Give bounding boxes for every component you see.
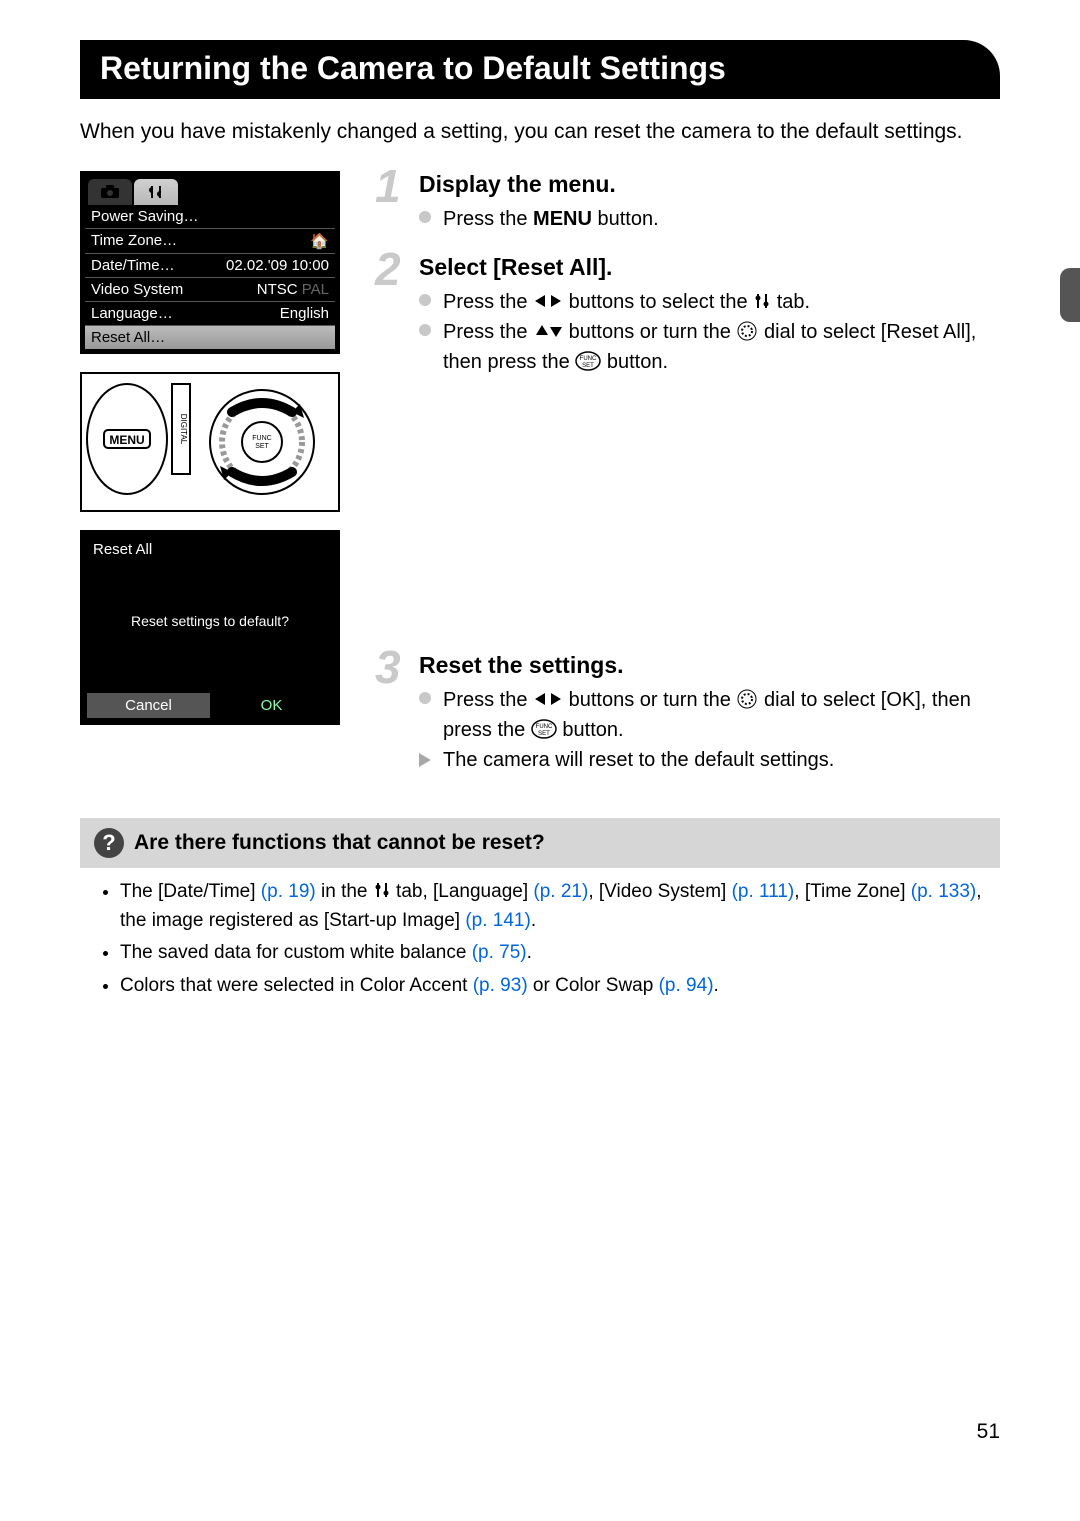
tab-camera — [88, 179, 132, 205]
qa-note: Colors that were selected in Color Accen… — [120, 972, 1000, 1001]
menu-row-selected: Reset All… — [85, 325, 335, 349]
step-instruction: Press the buttons or turn the dial to se… — [419, 317, 1000, 377]
dialog-ok: OK — [210, 693, 333, 718]
step-instruction: The camera will reset to the default set… — [419, 745, 1000, 775]
svg-text:FUNC: FUNC — [535, 724, 552, 730]
page-title: Returning the Camera to Default Settings — [80, 40, 1000, 99]
page-ref: (p. 141) — [465, 910, 530, 931]
step-instruction: Press the buttons or turn the dial to se… — [419, 685, 1000, 745]
page-ref: (p. 111) — [732, 881, 795, 902]
intro-text: When you have mistakenly changed a setti… — [80, 117, 1000, 146]
menu-row: Date/Time…02.02.'09 10:00 — [85, 253, 335, 277]
page-ref: (p. 21) — [533, 881, 588, 902]
qa-note: The [Date/Time] (p. 19) in the tab, [Lan… — [120, 878, 1000, 935]
qa-header: ? Are there functions that cannot be res… — [80, 818, 1000, 868]
svg-text:DIGITAL: DIGITAL — [179, 414, 188, 445]
svg-text:SET: SET — [538, 731, 550, 737]
tab-tools — [134, 179, 178, 205]
page-number: 51 — [80, 1420, 1000, 1444]
dialog-prompt: Reset settings to default? — [85, 613, 335, 629]
svg-text:MENU: MENU — [109, 433, 144, 447]
result-arrow-icon — [419, 753, 431, 767]
step-number: 1 — [375, 159, 401, 213]
svg-text:FUNC: FUNC — [580, 356, 597, 362]
step-instruction: Press the buttons to select the tab. — [419, 287, 1000, 317]
qa-title: Are there functions that cannot be reset… — [134, 831, 545, 855]
menu-row: Time Zone…🏠 — [85, 228, 335, 253]
reset-dialog-screenshot: Reset All Reset settings to default? Can… — [80, 530, 340, 725]
step-number: 2 — [375, 242, 401, 296]
svg-text:SET: SET — [255, 443, 269, 450]
qa-notes: The [Date/Time] (p. 19) in the tab, [Lan… — [80, 878, 1000, 1000]
bullet-icon — [419, 211, 431, 223]
camera-back-diagram: MENU DIGITAL FUNC SET — [80, 372, 340, 512]
menu-row: Video SystemNTSC PAL — [85, 277, 335, 301]
page-ref: (p. 75) — [472, 942, 527, 963]
svg-text:FUNC: FUNC — [252, 435, 271, 442]
dialog-cancel: Cancel — [87, 693, 210, 718]
menu-row: Language…English — [85, 301, 335, 325]
question-icon: ? — [94, 828, 124, 858]
step-1: 1Display the menu.Press the MENU button. — [375, 171, 1000, 234]
svg-text:SET: SET — [582, 363, 594, 369]
dialog-title: Reset All — [85, 541, 335, 558]
step-2: 2Select [Reset All].Press the buttons to… — [375, 254, 1000, 377]
page-ref: (p. 19) — [261, 881, 316, 902]
step-title: Reset the settings. — [419, 652, 1000, 679]
thumb-tab — [1060, 268, 1080, 322]
menu-screenshot: Power Saving… Time Zone…🏠 Date/Time…02.0… — [80, 171, 340, 354]
step-number: 3 — [375, 640, 401, 694]
page-ref: (p. 94) — [659, 975, 714, 996]
bullet-icon — [419, 324, 431, 336]
step-instruction: Press the MENU button. — [419, 204, 1000, 234]
page-ref: (p. 93) — [473, 975, 528, 996]
step-title: Select [Reset All]. — [419, 254, 1000, 281]
page-ref: (p. 133) — [911, 881, 976, 902]
bullet-icon — [419, 692, 431, 704]
step-3: 3Reset the settings.Press the buttons or… — [375, 652, 1000, 775]
qa-note: The saved data for custom white balance … — [120, 939, 1000, 968]
step-title: Display the menu. — [419, 171, 1000, 198]
menu-row: Power Saving… — [85, 205, 335, 228]
bullet-icon — [419, 294, 431, 306]
